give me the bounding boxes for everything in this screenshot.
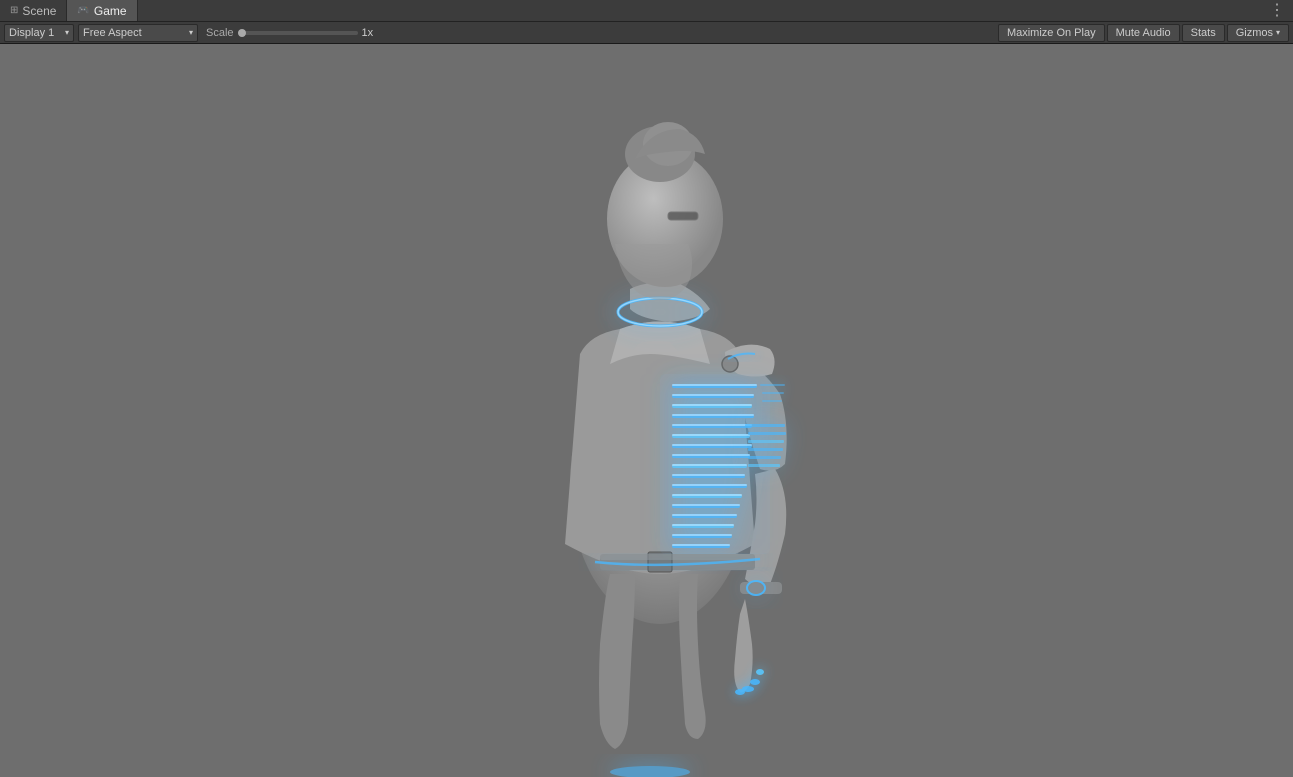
aspect-select[interactable]: Free Aspect ▾ [78, 24, 198, 42]
tab-game-label: Game [94, 4, 127, 18]
game-icon: 🎮 [77, 5, 89, 16]
scale-label: Scale [206, 27, 234, 39]
toolbar: Display 1 ▾ Free Aspect ▾ Scale 1x Maxim… [0, 22, 1293, 44]
aspect-arrow-icon: ▾ [189, 28, 193, 37]
toolbar-right: Maximize On Play Mute Audio Stats Gizmos… [998, 24, 1289, 42]
mute-button[interactable]: Mute Audio [1107, 24, 1180, 42]
more-button[interactable]: ⋮ [1261, 0, 1293, 22]
gizmos-label: Gizmos [1236, 27, 1273, 39]
maximize-label: Maximize On Play [1007, 27, 1096, 39]
display-arrow-icon: ▾ [65, 28, 69, 37]
maximize-button[interactable]: Maximize On Play [998, 24, 1105, 42]
scale-value: 1x [362, 27, 374, 39]
gizmos-button[interactable]: Gizmos ▾ [1227, 24, 1289, 42]
tab-scene[interactable]: ⊞ Scene [0, 0, 67, 21]
scale-slider[interactable] [238, 31, 358, 35]
character-render [0, 44, 1293, 777]
mute-label: Mute Audio [1116, 27, 1171, 39]
tab-bar: ⊞ Scene 🎮 Game ⋮ [0, 0, 1293, 22]
aspect-label: Free Aspect [83, 27, 142, 39]
tab-game[interactable]: 🎮 Game [67, 0, 137, 21]
tab-scene-label: Scene [22, 4, 56, 18]
display-label: Display 1 [9, 27, 54, 39]
gizmos-arrow-icon: ▾ [1276, 28, 1280, 37]
scene-icon: ⊞ [10, 5, 18, 16]
scale-thumb [238, 29, 246, 37]
stats-button[interactable]: Stats [1182, 24, 1225, 42]
scale-container: Scale 1x [202, 27, 373, 39]
stats-label: Stats [1191, 27, 1216, 39]
display-select[interactable]: Display 1 ▾ [4, 24, 74, 42]
game-viewport[interactable] [0, 44, 1293, 777]
